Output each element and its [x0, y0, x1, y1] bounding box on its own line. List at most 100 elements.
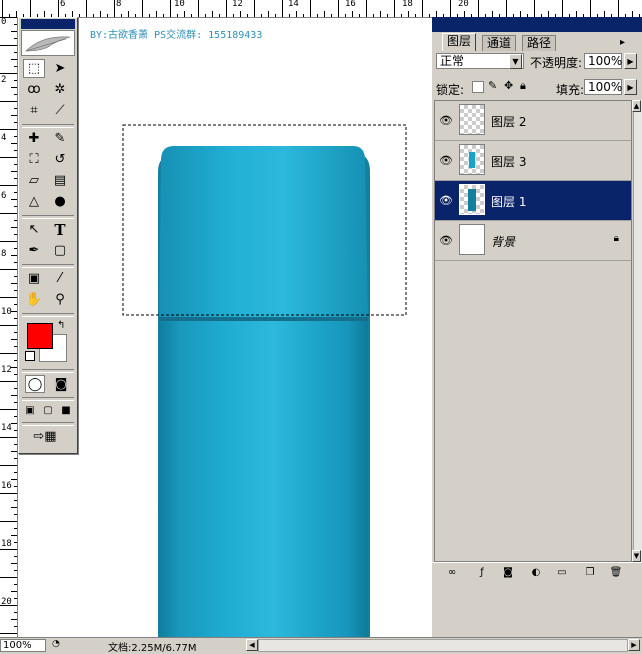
tab-channels[interactable]: 通道 — [482, 35, 517, 51]
layer-row-layer-2[interactable]: 👁︎ 图层 2 — [435, 101, 631, 141]
move-icon[interactable]: ➤ — [49, 59, 71, 78]
scroll-right-icon[interactable]: ▶ — [628, 639, 640, 651]
new-layer-icon[interactable]: ❐ — [582, 565, 598, 580]
zoom-field[interactable]: 100% — [0, 639, 46, 652]
ruler-tick — [14, 122, 17, 123]
ruler-tick — [142, 0, 143, 17]
scroll-left-icon[interactable]: ◀ — [246, 639, 258, 651]
lock-all-icon[interactable]: 🔒︎ — [520, 79, 526, 93]
crop-icon[interactable]: ⌗ — [23, 101, 45, 120]
eraser-icon[interactable]: ▱ — [23, 171, 45, 190]
trash-icon[interactable]: 🗑︎ — [608, 565, 624, 580]
ruler-label: 14 — [288, 0, 299, 9]
new-group-icon[interactable]: ▭ — [554, 565, 570, 580]
slice-icon[interactable]: ⟋ — [49, 101, 71, 120]
tab-layers[interactable]: 图层 — [442, 33, 477, 51]
ruler-tick — [14, 318, 17, 319]
default-colors-icon[interactable] — [25, 351, 35, 361]
ruler-tick — [14, 514, 17, 515]
layer-row-background[interactable]: 👁︎ 背景 🔒︎ — [435, 221, 631, 261]
zoom-icon[interactable]: ⚲ — [49, 290, 71, 309]
clone-stamp-icon[interactable]: ⛶ — [23, 150, 45, 169]
blend-mode-select[interactable]: 正常 ▼ — [436, 53, 524, 69]
top-ruler[interactable]: 6 8 10 12 14 16 18 20 — [0, 0, 642, 18]
opacity-input[interactable]: 100% — [584, 53, 622, 69]
ruler-tick — [11, 255, 17, 256]
eye-icon[interactable]: 👁︎ — [437, 151, 455, 169]
gradient-icon[interactable]: ▤ — [49, 171, 71, 190]
pen-icon[interactable]: ✒ — [23, 241, 45, 260]
ruler-tick — [11, 395, 17, 396]
lasso-icon[interactable]: ꝏ — [23, 80, 45, 99]
panel-menu-icon[interactable]: ▸ — [620, 37, 625, 48]
foreground-color-swatch[interactable] — [27, 323, 53, 349]
layer-thumbnail — [459, 104, 485, 135]
fill-input[interactable]: 100% — [584, 79, 622, 95]
ruler-label: 18 — [402, 0, 413, 9]
layer-row-layer-3[interactable]: 👁︎ 图层 3 — [435, 141, 631, 181]
ruler-tick — [0, 269, 17, 270]
opacity-slider-arrow-icon[interactable]: ▶ — [624, 53, 637, 69]
layer-style-icon[interactable]: ƒ — [474, 565, 490, 580]
ruler-tick — [14, 234, 17, 235]
ruler-tick — [14, 80, 17, 81]
magic-wand-icon[interactable]: ✲ — [49, 80, 71, 99]
healing-brush-icon[interactable]: ✚ — [23, 129, 45, 148]
layer-row-layer-1[interactable]: 👁︎ 图层 1 — [435, 181, 631, 221]
quick-mask-icon[interactable]: ◙ — [51, 375, 71, 393]
ruler-tick — [11, 535, 17, 536]
scroll-down-icon[interactable]: ▼ — [632, 550, 641, 562]
horizontal-scrollbar[interactable] — [258, 639, 628, 652]
ruler-tick — [282, 0, 283, 17]
status-menu-icon[interactable]: ◔ — [52, 639, 66, 652]
full-screen-menu-icon[interactable]: ▢ — [40, 402, 56, 418]
add-mask-icon[interactable]: ◙ — [500, 565, 516, 580]
lock-pixels-icon[interactable]: ✎ — [488, 79, 497, 92]
hand-icon[interactable]: ✋ — [23, 290, 45, 309]
layers-scrollbar[interactable]: ▲ ▼ — [632, 100, 642, 562]
toolbox-divider — [22, 369, 74, 373]
layer-thumbnail — [459, 224, 485, 255]
ruler-tick — [478, 0, 479, 17]
ruler-tick — [14, 290, 17, 291]
notes-icon[interactable]: ▣ — [23, 269, 45, 288]
feather-logo — [21, 30, 75, 56]
ruler-tick — [14, 556, 17, 557]
left-ruler[interactable]: 0 2 4 6 8 10 12 14 16 18 20 — [0, 17, 18, 637]
fill-slider-arrow-icon[interactable]: ▶ — [624, 79, 637, 95]
shape-icon[interactable]: ▢ — [49, 241, 71, 260]
dodge-icon[interactable]: ● — [49, 192, 71, 211]
scroll-up-icon[interactable]: ▲ — [632, 100, 641, 112]
ruler-tick — [11, 423, 17, 424]
ruler-label: 4 — [1, 133, 7, 143]
full-screen-icon[interactable]: ■ — [58, 402, 74, 418]
tab-paths[interactable]: 路径 — [522, 35, 557, 51]
jump-to-imageready-icon[interactable]: ⇨▦ — [25, 427, 65, 446]
ruler-tick — [289, 14, 290, 17]
lock-transparency-icon[interactable] — [472, 81, 484, 93]
toolbox-title-bar[interactable] — [21, 19, 75, 29]
ruler-tick — [317, 14, 318, 17]
link-layers-icon[interactable]: ∞ — [444, 565, 460, 580]
adjustment-layer-icon[interactable]: ◐ — [528, 565, 544, 580]
swap-colors-icon[interactable]: ↰ — [57, 320, 65, 331]
panel-title-bar[interactable] — [432, 17, 642, 32]
rect-marquee-icon[interactable]: ⬚ — [23, 59, 45, 78]
standard-screen-icon[interactable]: ▣ — [22, 402, 38, 418]
eye-icon[interactable]: 👁︎ — [437, 231, 455, 249]
type-icon[interactable]: T — [49, 220, 71, 239]
ruler-tick — [0, 157, 17, 158]
lock-position-icon[interactable]: ✥ — [504, 79, 513, 92]
eye-icon[interactable]: 👁︎ — [437, 191, 455, 209]
ruler-tick — [380, 11, 381, 17]
path-select-icon[interactable]: ↖ — [23, 220, 45, 239]
eye-icon[interactable]: 👁︎ — [437, 111, 455, 129]
brush-icon[interactable]: ✎ — [49, 129, 71, 148]
eyedropper-icon[interactable]: ⁄ — [49, 269, 71, 288]
ruler-tick — [233, 14, 234, 17]
layer-name: 图层 3 — [491, 155, 527, 169]
blur-icon[interactable]: △ — [23, 192, 45, 211]
history-brush-icon[interactable]: ↺ — [49, 150, 71, 169]
document-canvas[interactable]: BY:古欲香萧 PS交流群: 155189433 — [18, 18, 432, 637]
standard-mode-icon[interactable]: ◯ — [25, 375, 45, 393]
